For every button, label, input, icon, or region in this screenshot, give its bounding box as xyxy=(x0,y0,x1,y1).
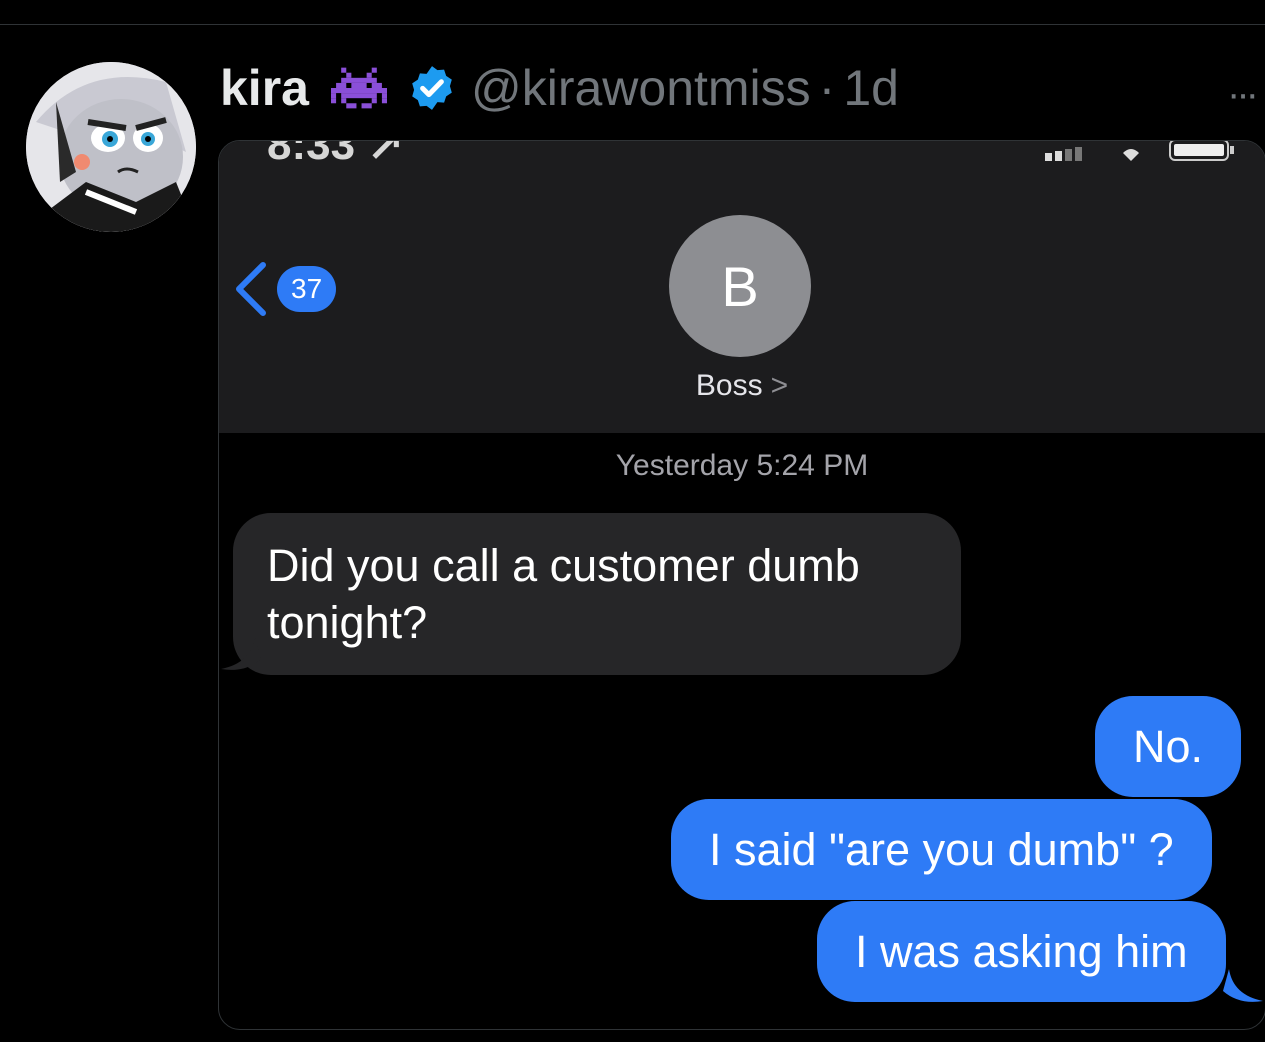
outgoing-message-bubble: I was asking him xyxy=(817,901,1226,1002)
alien-monster-icon xyxy=(330,66,387,110)
contact-name: Boss xyxy=(695,369,763,402)
top-divider xyxy=(0,24,1265,25)
timestamp-time: 5:24 PM xyxy=(756,449,869,482)
incoming-bubble-tail xyxy=(221,637,261,670)
battery-icon xyxy=(1169,141,1234,161)
message-timestamp: Yesterday 5:24 PM xyxy=(219,449,1265,483)
outgoing-bubble-tail xyxy=(1223,969,1263,1002)
status-bar-time: 8:33 ↗ xyxy=(267,140,405,169)
incoming-message-bubble: Did you call a customer dumb tonight? xyxy=(233,513,961,675)
contact-name-row[interactable]: Boss > xyxy=(219,369,1265,403)
contact-avatar[interactable]: B xyxy=(669,215,811,357)
tweet-header: kira @kirawontmiss · 1d xyxy=(220,58,899,118)
chevron-right-icon: > xyxy=(770,369,789,402)
timestamp-day: Yesterday xyxy=(615,449,749,482)
more-options-icon[interactable]: ··· xyxy=(1227,72,1259,117)
cartoon-avatar-icon xyxy=(26,62,196,232)
contact-initial: B xyxy=(721,254,759,318)
signal-icon xyxy=(1045,147,1082,161)
unread-count-badge: 37 xyxy=(277,266,337,312)
display-name[interactable]: kira xyxy=(220,59,309,117)
chevron-left-icon xyxy=(236,262,266,316)
tweet-timestamp[interactable]: 1d xyxy=(843,59,899,117)
user-handle[interactable]: @kirawontmiss xyxy=(471,59,811,117)
verified-badge-icon[interactable] xyxy=(407,63,457,113)
back-button[interactable]: 37 xyxy=(231,259,337,319)
tweet-media-screenshot[interactable]: 8:33 ↗ 37 B Boss > Yesterday 5:24 PM Did… xyxy=(218,140,1265,1030)
outgoing-message-bubble: No. xyxy=(1095,696,1242,797)
outgoing-message-bubble: I said "are you dumb" ? xyxy=(671,799,1212,900)
separator-dot: · xyxy=(818,60,836,116)
wifi-icon xyxy=(1123,149,1139,161)
imessage-header: 8:33 ↗ 37 B Boss > xyxy=(219,141,1265,433)
profile-avatar[interactable] xyxy=(26,62,196,232)
